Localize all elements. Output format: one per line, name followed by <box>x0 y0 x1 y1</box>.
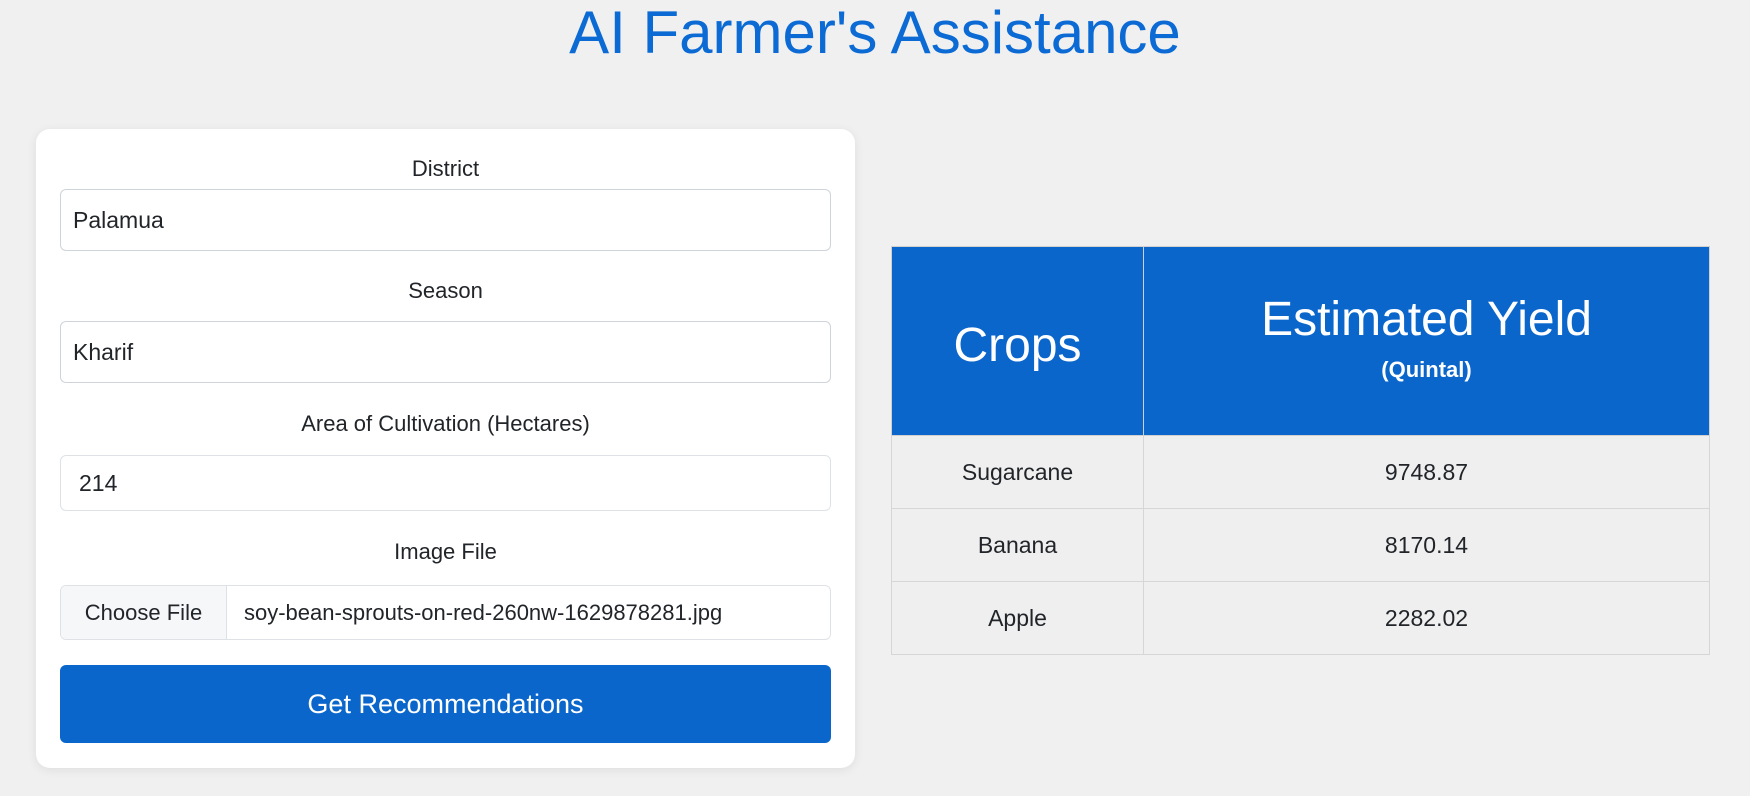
yield-cell: 9748.87 <box>1143 435 1710 509</box>
yield-cell: 8170.14 <box>1143 508 1710 582</box>
district-input[interactable] <box>60 189 831 251</box>
yield-unit-label: (Quintal) <box>1381 357 1472 382</box>
district-label: District <box>411 156 480 181</box>
image-file-label: Image File <box>394 539 497 564</box>
table-row: Banana 8170.14 <box>891 508 1710 582</box>
yield-cell: 2282.02 <box>1143 581 1710 655</box>
yield-results-table: Crops Estimated Yield (Quintal) Sugarcan… <box>891 246 1710 655</box>
season-input[interactable] <box>60 321 831 383</box>
crop-cell: Sugarcane <box>891 435 1144 509</box>
crops-column-header: Crops <box>891 246 1144 436</box>
table-row: Sugarcane 9748.87 <box>891 435 1710 509</box>
page-title: AI Farmer's Assistance <box>569 0 1181 66</box>
selected-file-name: soy-bean-sprouts-on-red-260nw-1629878281… <box>244 600 723 625</box>
area-label: Area of Cultivation (Hectares) <box>301 411 590 436</box>
area-input[interactable] <box>60 455 831 511</box>
get-recommendations-button[interactable]: Get Recommendations <box>60 665 831 743</box>
table-header-row: Crops Estimated Yield (Quintal) <box>891 246 1710 436</box>
yield-column-header: Estimated Yield (Quintal) <box>1143 246 1710 436</box>
image-file-input[interactable]: Choose File soy-bean-sprouts-on-red-260n… <box>60 585 831 640</box>
crops-header-label: Crops <box>953 318 1082 372</box>
season-label: Season <box>408 278 483 303</box>
crop-cell: Banana <box>891 508 1144 582</box>
table-row: Apple 2282.02 <box>891 581 1710 655</box>
recommendation-form: District Season Area of Cultivation (Hec… <box>36 129 855 768</box>
yield-header-label: Estimated Yield <box>1261 293 1592 346</box>
choose-file-button[interactable]: Choose File <box>61 586 227 639</box>
crop-cell: Apple <box>891 581 1144 655</box>
